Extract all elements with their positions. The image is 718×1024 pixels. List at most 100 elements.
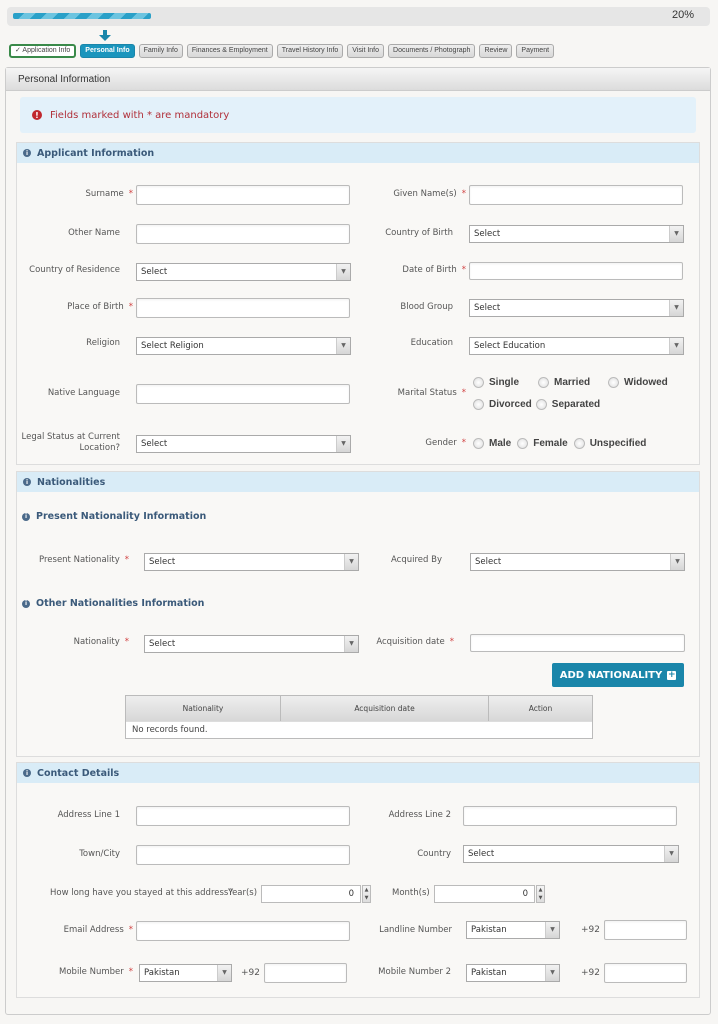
step-finances-employment[interactable]: Finances & Employment — [186, 44, 273, 58]
marital-status-row1: Single Married Widowed — [473, 377, 678, 388]
legal-status-select[interactable]: Select ▼ — [136, 435, 351, 453]
present-nationality-select[interactable]: Select ▼ — [144, 553, 359, 571]
step-family-info[interactable]: Family Info — [138, 44, 183, 58]
dropdown-arrow-icon: ▼ — [336, 264, 350, 280]
town-city-label: Town/City — [79, 849, 120, 859]
gender-options: Male Female Unspecified — [473, 438, 656, 449]
religion-label: Religion — [86, 338, 120, 348]
acquired-by-select[interactable]: Select ▼ — [470, 553, 685, 571]
native-language-input[interactable] — [136, 384, 350, 404]
dropdown-arrow-icon: ▼ — [669, 338, 683, 354]
address-line-1-label: Address Line 1 — [57, 810, 120, 820]
step-documents-photograph[interactable]: Documents / Photograph — [388, 44, 476, 58]
step-travel-history-info[interactable]: Travel History Info — [276, 44, 344, 58]
marital-status-row2: Divorced Separated — [473, 399, 610, 410]
column-header-acquisition-date[interactable]: Acquisition date — [281, 696, 489, 721]
months-input[interactable]: 0 — [434, 885, 535, 903]
landline-country-select[interactable]: Pakistan ▼ — [466, 921, 560, 939]
marital-status-married[interactable]: Married — [538, 377, 598, 388]
gender-unspecified[interactable]: Unspecified — [573, 438, 646, 449]
dropdown-arrow-icon: ▼ — [545, 965, 559, 981]
given-names-label: Given Name(s) * — [393, 189, 466, 199]
column-header-nationality[interactable]: Nationality — [126, 696, 281, 721]
other-name-input[interactable] — [136, 224, 350, 244]
info-icon: i — [23, 769, 31, 777]
contact-details-section: i Contact Details — [16, 762, 700, 998]
mobile-country-select[interactable]: Pakistan ▼ — [139, 964, 232, 982]
dropdown-arrow-icon: ▼ — [336, 338, 350, 354]
dropdown-arrow-icon: ▼ — [670, 554, 684, 570]
blood-group-select[interactable]: Select ▼ — [469, 299, 684, 317]
dropdown-arrow-icon: ▼ — [344, 554, 358, 570]
gender-male[interactable]: Male — [473, 438, 511, 449]
native-language-label: Native Language — [47, 388, 120, 398]
marital-status-single[interactable]: Single — [473, 377, 528, 388]
section-header: i Applicant Information — [17, 143, 699, 163]
address-line-1-input[interactable] — [136, 806, 350, 826]
mobile2-country-select[interactable]: Pakistan ▼ — [466, 964, 560, 982]
radio-button-icon — [473, 377, 484, 388]
country-label: Country — [417, 849, 451, 859]
step-personal-info[interactable]: Personal Info — [80, 44, 135, 58]
years-spinner[interactable]: ▲ ▼ — [362, 885, 371, 903]
legal-status-label: Legal Status at Current Location? — [21, 432, 120, 453]
progress-percent: 20% — [671, 9, 694, 21]
education-select[interactable]: Select Education ▼ — [469, 337, 684, 355]
nationality-label: Nationality * — [73, 637, 129, 647]
marital-status-widowed[interactable]: Widowed — [608, 377, 668, 388]
surname-label: Surname * — [85, 189, 133, 199]
country-of-birth-label: Country of Birth — [385, 228, 453, 238]
mobile2-prefix: +92 — [581, 968, 600, 978]
panel-title: Personal Information — [6, 68, 710, 91]
given-names-input[interactable] — [469, 185, 683, 205]
years-input[interactable]: 0 — [261, 885, 361, 903]
nationality-select[interactable]: Select ▼ — [144, 635, 359, 653]
section-title: Applicant Information — [37, 147, 155, 159]
acquisition-date-label: Acquisition date * — [376, 637, 454, 647]
radio-button-icon — [538, 377, 549, 388]
country-of-birth-select[interactable]: Select ▼ — [469, 225, 684, 243]
step-review[interactable]: Review — [479, 44, 513, 58]
dropdown-arrow-icon: ▼ — [664, 846, 678, 862]
months-spinner[interactable]: ▲ ▼ — [536, 885, 545, 903]
mobile-number-input[interactable] — [264, 963, 347, 983]
gender-female[interactable]: Female — [517, 438, 568, 449]
step-payment[interactable]: Payment — [516, 44, 555, 58]
date-of-birth-input[interactable] — [469, 262, 683, 280]
acquired-by-label: Acquired By — [391, 555, 442, 565]
marital-status-divorced[interactable]: Divorced — [473, 399, 532, 410]
address-line-2-input[interactable] — [463, 806, 677, 826]
radio-button-icon — [473, 399, 484, 410]
step-visit-info[interactable]: Visit Info — [347, 44, 385, 58]
section-title: Contact Details — [37, 767, 120, 779]
country-of-residence-select[interactable]: Select ▼ — [136, 263, 351, 281]
mobile-number-2-input[interactable] — [604, 963, 687, 983]
radio-button-icon — [473, 438, 484, 449]
blood-group-label: Blood Group — [400, 302, 453, 312]
town-city-input[interactable] — [136, 845, 350, 865]
dropdown-arrow-icon: ▼ — [336, 436, 350, 452]
wizard-steps: ✓ Application Info Personal Info Family … — [9, 44, 555, 58]
place-of-birth-input[interactable] — [136, 298, 350, 318]
step-application-info[interactable]: ✓ Application Info — [9, 44, 77, 58]
email-input[interactable] — [136, 921, 350, 941]
info-icon: i — [22, 512, 30, 521]
dropdown-arrow-icon: ▼ — [545, 922, 559, 938]
progress-bar-container: 20% — [7, 7, 710, 26]
exclamation-icon: ! — [32, 110, 42, 120]
current-step-arrow-icon — [99, 30, 111, 41]
landline-prefix: +92 — [581, 925, 600, 935]
other-name-label: Other Name — [68, 228, 120, 238]
radio-button-icon — [517, 438, 529, 449]
radio-button-icon — [573, 438, 585, 449]
landline-number-input[interactable] — [604, 920, 687, 940]
marital-status-separated[interactable]: Separated — [535, 399, 600, 410]
country-select[interactable]: Select ▼ — [463, 845, 679, 863]
acquisition-date-input[interactable] — [470, 634, 685, 652]
add-nationality-button[interactable]: ADD NATIONALITY + — [552, 663, 684, 687]
religion-select[interactable]: Select Religion ▼ — [136, 337, 351, 355]
plus-icon: + — [667, 669, 677, 680]
info-icon: i — [23, 149, 31, 157]
marital-status-label: Marital Status * — [397, 388, 466, 398]
surname-input[interactable] — [136, 185, 350, 205]
